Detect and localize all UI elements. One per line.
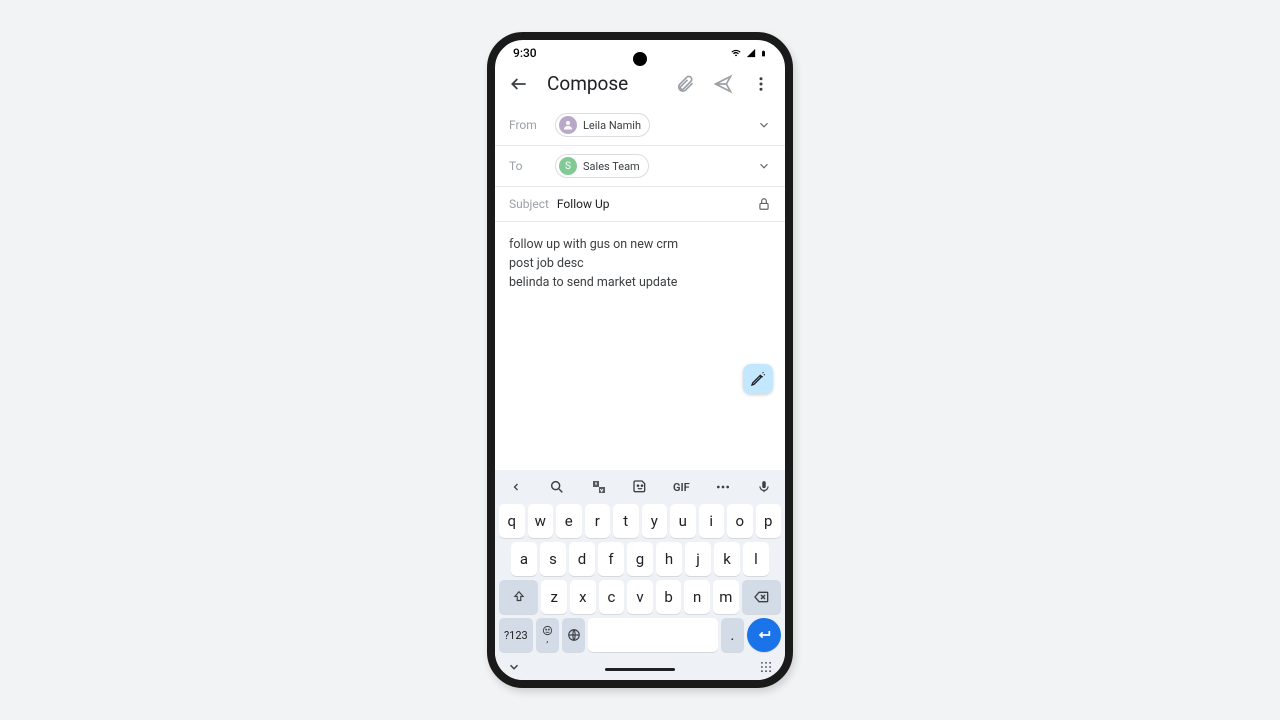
key-g[interactable]: g: [627, 542, 653, 576]
kb-more-icon[interactable]: [712, 476, 734, 498]
keyboard: GIF qwertyuiop asdfghjkl zxcvbnm ?123 , …: [495, 470, 785, 680]
key-k[interactable]: k: [714, 542, 740, 576]
app-bar: Compose: [495, 62, 785, 105]
phone-frame: 9:30 Compose From: [487, 32, 793, 688]
signal-icon: [746, 48, 756, 58]
key-d[interactable]: d: [569, 542, 595, 576]
kb-back-icon[interactable]: [505, 476, 527, 498]
magic-pen-button[interactable]: [743, 364, 773, 394]
globe-key[interactable]: [562, 618, 585, 652]
send-icon[interactable]: [713, 74, 733, 94]
avatar: S: [559, 157, 577, 175]
key-x[interactable]: x: [570, 580, 596, 614]
from-row[interactable]: From Leila Namih: [495, 105, 785, 146]
kb-mic-icon[interactable]: [753, 476, 775, 498]
front-camera: [633, 52, 647, 66]
chevron-down-icon[interactable]: [757, 118, 771, 132]
key-v[interactable]: v: [627, 580, 653, 614]
key-e[interactable]: e: [556, 504, 582, 538]
attach-icon[interactable]: [675, 74, 695, 94]
chevron-down-icon[interactable]: [757, 159, 771, 173]
body-text[interactable]: follow up with gus on new crm post job d…: [509, 236, 771, 292]
key-r[interactable]: r: [585, 504, 611, 538]
key-b[interactable]: b: [656, 580, 682, 614]
key-l[interactable]: l: [743, 542, 769, 576]
shift-key[interactable]: [499, 580, 538, 614]
key-z[interactable]: z: [541, 580, 567, 614]
to-label: To: [509, 159, 555, 173]
key-j[interactable]: j: [685, 542, 711, 576]
enter-key[interactable]: [747, 618, 781, 652]
key-t[interactable]: t: [613, 504, 639, 538]
battery-icon: [760, 48, 767, 59]
key-u[interactable]: u: [670, 504, 696, 538]
from-name: Leila Namih: [583, 119, 641, 132]
from-label: From: [509, 118, 555, 132]
wifi-icon: [730, 48, 742, 58]
key-q[interactable]: q: [499, 504, 525, 538]
key-c[interactable]: c: [599, 580, 625, 614]
email-body[interactable]: follow up with gus on new crm post job d…: [495, 222, 785, 402]
kb-row-2: asdfghjkl: [499, 542, 781, 576]
period-key[interactable]: .: [721, 618, 744, 652]
key-s[interactable]: s: [540, 542, 566, 576]
from-chip[interactable]: Leila Namih: [555, 113, 650, 137]
kb-gif-button[interactable]: GIF: [670, 476, 692, 498]
emoji-key[interactable]: ,: [536, 618, 559, 652]
kb-search-icon[interactable]: [546, 476, 568, 498]
to-name: Sales Team: [583, 160, 640, 173]
kb-grid-icon[interactable]: [759, 660, 773, 674]
more-icon[interactable]: [751, 74, 771, 94]
key-f[interactable]: f: [598, 542, 624, 576]
key-m[interactable]: m: [713, 580, 739, 614]
key-n[interactable]: n: [684, 580, 710, 614]
subject-input[interactable]: Follow Up: [557, 197, 757, 211]
kb-row-1: qwertyuiop: [499, 504, 781, 538]
backspace-key[interactable]: [742, 580, 781, 614]
key-o[interactable]: o: [727, 504, 753, 538]
keyboard-toolbar: GIF: [495, 470, 785, 504]
key-i[interactable]: i: [699, 504, 725, 538]
subject-label: Subject: [509, 197, 549, 211]
to-row[interactable]: To S Sales Team: [495, 146, 785, 187]
key-a[interactable]: a: [511, 542, 537, 576]
kb-row-3: zxcvbnm: [499, 580, 781, 614]
key-h[interactable]: h: [656, 542, 682, 576]
home-pill[interactable]: [605, 668, 675, 671]
to-chip[interactable]: S Sales Team: [555, 154, 649, 178]
kb-sticker-icon[interactable]: [629, 476, 651, 498]
nav-bar: [495, 656, 785, 676]
key-p[interactable]: p: [756, 504, 782, 538]
subject-row[interactable]: Subject Follow Up: [495, 187, 785, 222]
back-icon[interactable]: [509, 74, 529, 94]
key-y[interactable]: y: [642, 504, 668, 538]
lock-icon[interactable]: [757, 197, 771, 211]
avatar: [559, 116, 577, 134]
kb-collapse-icon[interactable]: [507, 660, 521, 674]
space-key[interactable]: [588, 618, 717, 652]
kb-row-4: ?123 , .: [499, 618, 781, 652]
clock: 9:30: [513, 46, 537, 60]
screen-title: Compose: [547, 72, 657, 95]
kb-translate-icon[interactable]: [588, 476, 610, 498]
symbols-key[interactable]: ?123: [499, 618, 533, 652]
key-w[interactable]: w: [528, 504, 554, 538]
